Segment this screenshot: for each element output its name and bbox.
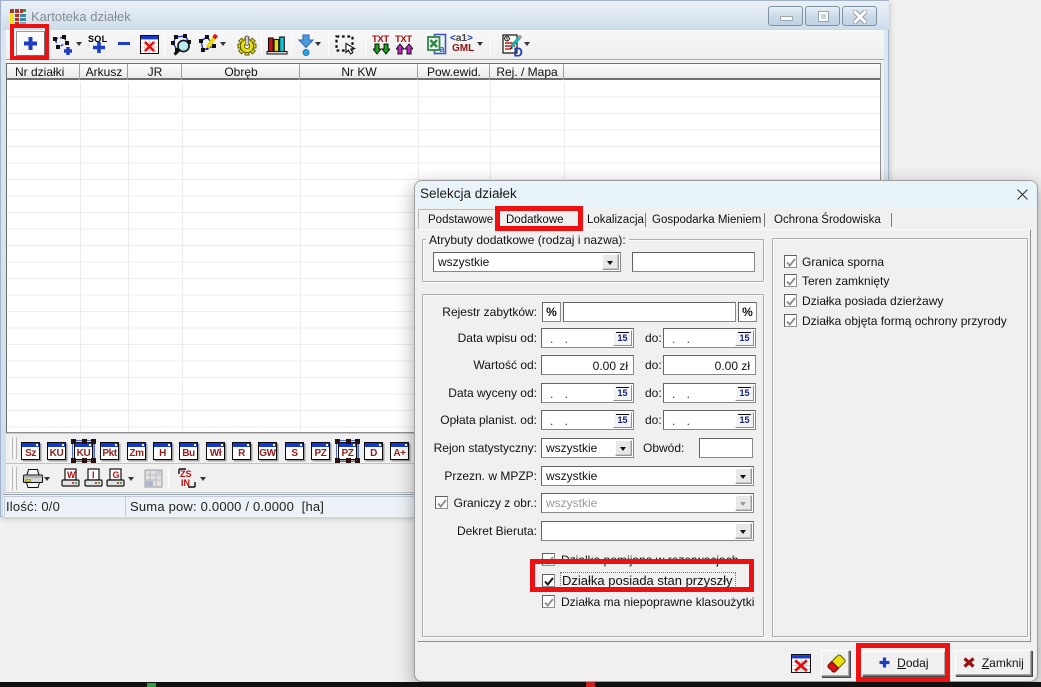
svg-text:I: I bbox=[92, 470, 95, 480]
svg-text:W: W bbox=[67, 470, 76, 480]
svg-text:D: D bbox=[514, 45, 523, 58]
svg-text:G: G bbox=[113, 470, 120, 480]
